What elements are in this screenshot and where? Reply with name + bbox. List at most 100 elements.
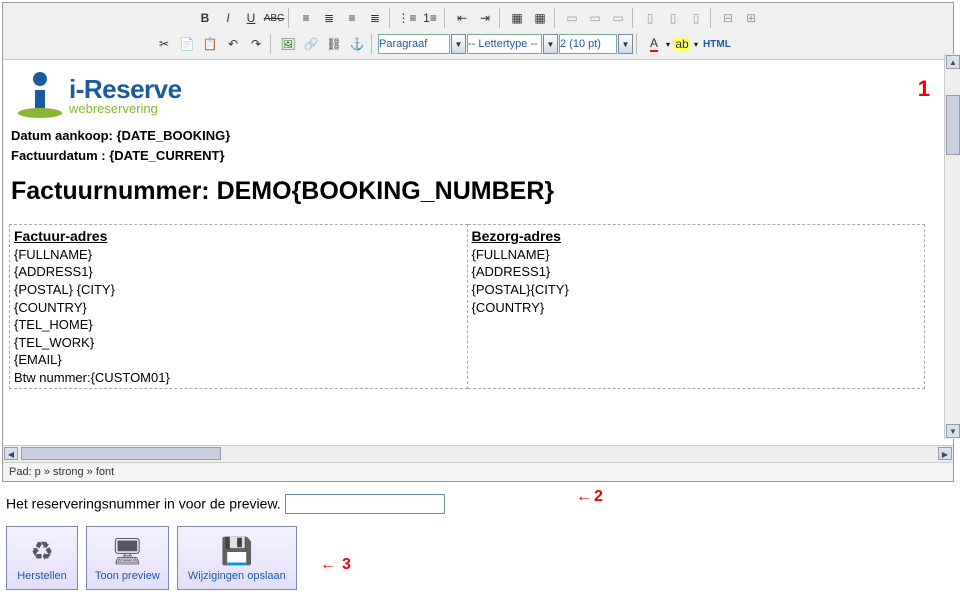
strikethrough-button[interactable]: ABC bbox=[263, 7, 285, 29]
separator bbox=[288, 8, 292, 28]
separator bbox=[554, 8, 558, 28]
scroll-left-arrow[interactable]: ◀ bbox=[4, 447, 18, 460]
preview-reservation-input[interactable] bbox=[285, 494, 445, 514]
font-size-select[interactable] bbox=[559, 34, 617, 54]
save-icon: 💾 bbox=[220, 534, 254, 568]
paste-button[interactable]: 📋 bbox=[199, 33, 221, 55]
toolbar: B I U ABC ≡ ≣ ≡ ≣ ⋮≡ 1≡ ⇤ ⇥ ▦ ▦ ▭ ▭ ▭ ▯ … bbox=[3, 3, 953, 60]
table-props-button[interactable]: ▦ bbox=[529, 7, 551, 29]
row-delete-button[interactable]: ▭ bbox=[607, 7, 629, 29]
merge-cell-button[interactable]: ⊞ bbox=[740, 7, 762, 29]
outdent-button[interactable]: ⇤ bbox=[451, 7, 473, 29]
text-color-button[interactable]: A bbox=[643, 33, 665, 55]
italic-button[interactable]: I bbox=[217, 7, 239, 29]
delivery-address-cell: Bezorg-adres {FULLNAME} {ADDRESS1} {POST… bbox=[467, 225, 925, 389]
unlink-button[interactable]: ⛓ bbox=[323, 33, 345, 55]
element-path-bar: Pad: p » strong » font bbox=[3, 462, 953, 481]
delivery-header: Bezorg-adres bbox=[472, 227, 921, 246]
toolbar-row-1: B I U ABC ≡ ≣ ≡ ≣ ⋮≡ 1≡ ⇤ ⇥ ▦ ▦ ▭ ▭ ▭ ▯ … bbox=[3, 5, 953, 31]
paragraph-dropdown-arrow[interactable]: ▼ bbox=[451, 34, 466, 54]
scroll-down-arrow[interactable]: ▼ bbox=[946, 424, 960, 438]
billing-line: {TEL_WORK} bbox=[14, 334, 463, 352]
separator bbox=[499, 8, 503, 28]
billing-line: {EMAIL} bbox=[14, 351, 463, 369]
bullet-list-button[interactable]: ⋮≡ bbox=[396, 7, 418, 29]
logo: i-Reserve webreservering bbox=[9, 66, 947, 120]
preview-icon: 🖥 bbox=[110, 534, 144, 568]
separator bbox=[632, 8, 636, 28]
col-before-button[interactable]: ▯ bbox=[639, 7, 661, 29]
logo-icon bbox=[17, 72, 63, 118]
show-preview-button[interactable]: 🖥 Toon preview bbox=[86, 526, 169, 590]
save-changes-button[interactable]: 💾 Wijzigingen opslaan bbox=[177, 526, 297, 590]
number-list-button[interactable]: 1≡ bbox=[419, 7, 441, 29]
separator bbox=[371, 34, 375, 54]
table-button[interactable]: ▦ bbox=[506, 7, 528, 29]
underline-button[interactable]: U bbox=[240, 7, 262, 29]
preview-button-label: Toon preview bbox=[95, 570, 160, 582]
horizontal-scrollbar[interactable]: ◀ ▶ bbox=[3, 445, 953, 462]
align-left-button[interactable]: ≡ bbox=[295, 7, 317, 29]
billing-line: {COUNTRY} bbox=[14, 299, 463, 317]
col-delete-button[interactable]: ▯ bbox=[685, 7, 707, 29]
row-after-button[interactable]: ▭ bbox=[584, 7, 606, 29]
copy-button[interactable]: 📄 bbox=[176, 33, 198, 55]
toolbar-row-2: ✂ 📄 📋 ↶ ↷ 🖼 🔗 ⛓ ⚓ ▼ ▼ ▼ A ▾ ab ▾ HTML bbox=[3, 31, 953, 57]
undo-button[interactable]: ↶ bbox=[222, 33, 244, 55]
separator bbox=[636, 34, 640, 54]
font-size-dropdown-arrow[interactable]: ▼ bbox=[618, 34, 633, 54]
invoice-title: Factuurnummer: DEMO{BOOKING_NUMBER} bbox=[11, 177, 947, 206]
restore-button[interactable]: ♻ Herstellen bbox=[6, 526, 78, 590]
address-table: Factuur-adres {FULLNAME} {ADDRESS1} {POS… bbox=[9, 224, 925, 389]
row-before-button[interactable]: ▭ bbox=[561, 7, 583, 29]
billing-line: {FULLNAME} bbox=[14, 246, 463, 264]
split-cell-button[interactable]: ⊟ bbox=[717, 7, 739, 29]
anchor-button[interactable]: ⚓ bbox=[346, 33, 368, 55]
delivery-line: {POSTAL}{CITY} bbox=[472, 281, 921, 299]
align-right-button[interactable]: ≡ bbox=[341, 7, 363, 29]
meta-line-1: Datum aankoop: {DATE_BOOKING} bbox=[11, 126, 947, 146]
restore-label: Herstellen bbox=[17, 570, 67, 582]
preview-row: Het reserveringsnummer in voor de previe… bbox=[0, 484, 960, 518]
highlight-button[interactable]: ab bbox=[671, 33, 693, 55]
separator bbox=[444, 8, 448, 28]
meta-info: Datum aankoop: {DATE_BOOKING} Factuurdat… bbox=[9, 120, 947, 165]
redo-button[interactable]: ↷ bbox=[245, 33, 267, 55]
billing-header: Factuur-adres bbox=[14, 227, 463, 246]
align-center-button[interactable]: ≣ bbox=[318, 7, 340, 29]
bold-button[interactable]: B bbox=[194, 7, 216, 29]
scroll-right-arrow[interactable]: ▶ bbox=[938, 447, 952, 460]
vertical-scrollbar[interactable]: ▲ ▼ bbox=[944, 54, 960, 439]
save-label: Wijzigingen opslaan bbox=[188, 570, 286, 582]
separator bbox=[270, 34, 274, 54]
billing-address-cell: Factuur-adres {FULLNAME} {ADDRESS1} {POS… bbox=[10, 225, 468, 389]
col-after-button[interactable]: ▯ bbox=[662, 7, 684, 29]
meta-line-2: Factuurdatum : {DATE_CURRENT} bbox=[11, 146, 947, 166]
font-family-dropdown-arrow[interactable]: ▼ bbox=[543, 34, 558, 54]
scroll-up-arrow[interactable]: ▲ bbox=[946, 55, 960, 69]
text-color-dropdown[interactable]: ▾ bbox=[666, 40, 670, 49]
scroll-thumb[interactable] bbox=[946, 95, 960, 155]
font-family-select[interactable] bbox=[467, 34, 542, 54]
html-source-button[interactable]: HTML bbox=[699, 39, 735, 50]
annotation-marker-2: 2 bbox=[576, 488, 603, 506]
paragraph-select[interactable] bbox=[378, 34, 450, 54]
billing-line: Btw nummer:{CUSTOM01} bbox=[14, 369, 463, 387]
editor-container: B I U ABC ≡ ≣ ≡ ≣ ⋮≡ 1≡ ⇤ ⇥ ▦ ▦ ▭ ▭ ▭ ▯ … bbox=[2, 2, 954, 482]
align-justify-button[interactable]: ≣ bbox=[364, 7, 386, 29]
cut-button[interactable]: ✂ bbox=[153, 33, 175, 55]
annotation-marker-1: 1 bbox=[918, 76, 930, 102]
editor-content-area[interactable]: i-Reserve webreservering Datum aankoop: … bbox=[3, 60, 953, 445]
billing-line: {POSTAL} {CITY} bbox=[14, 281, 463, 299]
billing-line: {ADDRESS1} bbox=[14, 263, 463, 281]
indent-button[interactable]: ⇥ bbox=[474, 7, 496, 29]
separator bbox=[389, 8, 393, 28]
annotation-marker-3: 3 bbox=[320, 556, 351, 574]
delivery-line: {COUNTRY} bbox=[472, 299, 921, 317]
highlight-dropdown[interactable]: ▾ bbox=[694, 40, 698, 49]
hscroll-thumb[interactable] bbox=[21, 447, 221, 460]
link-button[interactable]: 🔗 bbox=[300, 33, 322, 55]
image-button[interactable]: 🖼 bbox=[277, 33, 299, 55]
delivery-line: {FULLNAME} bbox=[472, 246, 921, 264]
billing-line: {TEL_HOME} bbox=[14, 316, 463, 334]
